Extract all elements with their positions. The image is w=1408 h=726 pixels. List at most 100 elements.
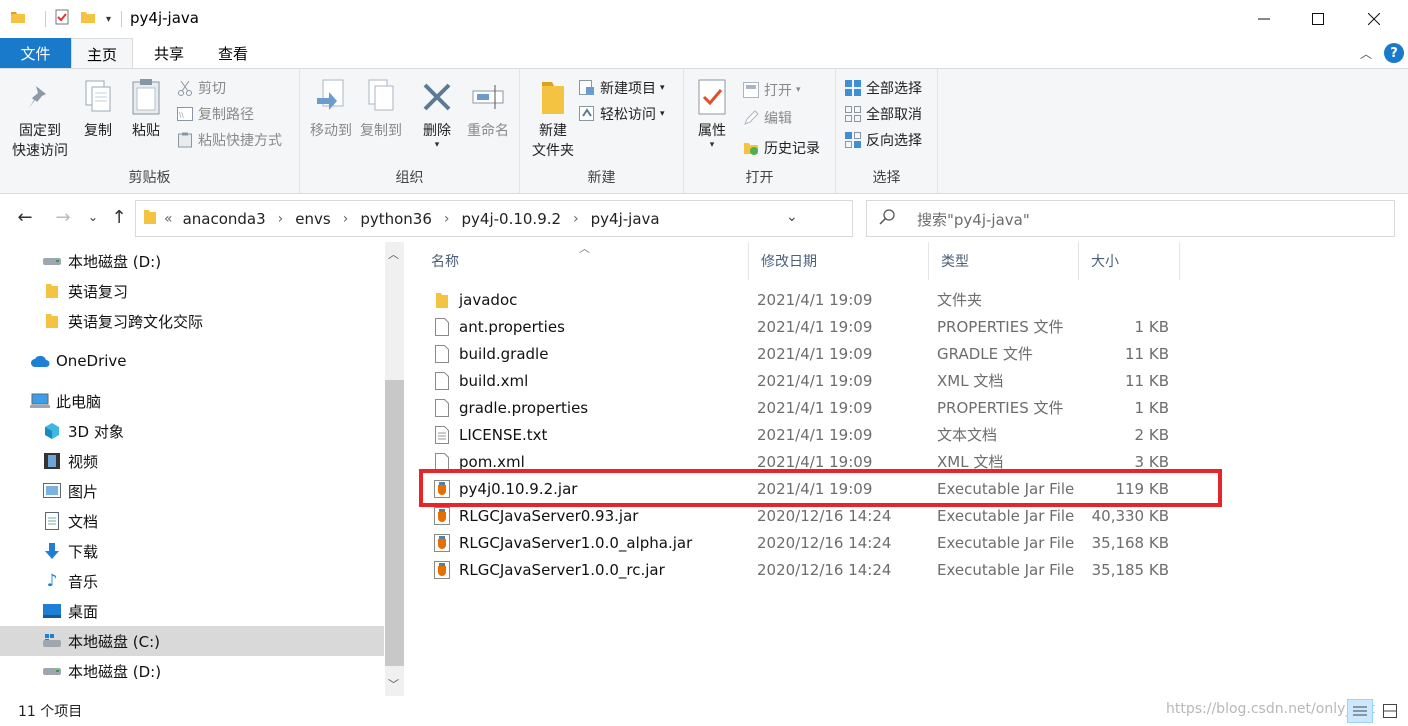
- address-dropdown-icon[interactable]: ⌄: [786, 209, 798, 225]
- new-folder-button[interactable]: 新建 文件夹: [524, 77, 582, 161]
- column-header-size[interactable]: 大小: [1079, 242, 1180, 280]
- new-item-icon: [578, 79, 596, 97]
- nav-label: 视频: [68, 452, 99, 471]
- details-view-icon[interactable]: [1347, 699, 1373, 723]
- tab-file[interactable]: 文件: [0, 38, 71, 68]
- navigation-scrollbar-thumb[interactable]: [385, 380, 404, 666]
- breadcrumb-envs[interactable]: envs: [295, 210, 330, 228]
- rename-button[interactable]: 重命名: [460, 77, 516, 141]
- delete-dropdown-icon[interactable]: ▾: [435, 141, 440, 150]
- nav-item-drive-c[interactable]: 本地磁盘 (C:): [0, 626, 384, 656]
- collapse-ribbon-icon[interactable]: ︿: [1360, 45, 1372, 62]
- column-header-date[interactable]: 修改日期: [749, 242, 929, 280]
- file-row[interactable]: javadoc 2021/4/1 19:09 文件夹: [419, 286, 1219, 313]
- nav-item-3d-objects[interactable]: 3D 对象: [0, 416, 384, 446]
- file-size: 1 KB: [1134, 398, 1169, 417]
- tab-share[interactable]: 共享: [140, 38, 198, 68]
- file-row[interactable]: RLGCJavaServer1.0.0_alpha.jar 2020/12/16…: [419, 529, 1219, 556]
- pin-quick-access-button[interactable]: 固定到 快速访问: [8, 77, 72, 161]
- copy-to-button[interactable]: 复制到: [356, 77, 406, 141]
- file-name: gradle.properties: [459, 398, 589, 417]
- cut-button[interactable]: 剪切: [176, 77, 226, 99]
- address-bar[interactable]: « anaconda3 › envs › python36 › py4j-0.1…: [135, 200, 978, 237]
- tab-view[interactable]: 查看: [204, 38, 262, 68]
- tab-home[interactable]: 主页: [71, 38, 133, 69]
- file-row[interactable]: build.gradle 2021/4/1 19:09 GRADLE 文件 11…: [419, 340, 1219, 367]
- search-box[interactable]: 搜索"py4j-java": [866, 200, 1395, 237]
- easy-access-button[interactable]: 轻松访问 ▾: [578, 103, 665, 125]
- nav-item-drive-d[interactable]: 本地磁盘 (D:): [0, 246, 384, 276]
- chevron-right-icon[interactable]: ›: [343, 211, 349, 227]
- paste-shortcut-button[interactable]: 粘贴快捷方式: [176, 129, 282, 151]
- breadcrumb-py4j-java[interactable]: py4j-java: [591, 210, 660, 228]
- file-row[interactable]: RLGCJavaServer1.0.0_rc.jar 2020/12/16 14…: [419, 556, 1219, 583]
- nav-item-drive-d-2[interactable]: 本地磁盘 (D:): [0, 656, 384, 686]
- back-arrow-icon[interactable]: ←: [12, 204, 38, 230]
- nav-item-desktop[interactable]: 桌面: [0, 596, 384, 626]
- invert-selection-button[interactable]: 反向选择: [844, 129, 922, 151]
- nav-item-documents[interactable]: 文档: [0, 506, 384, 536]
- history-button[interactable]: 历史记录: [742, 137, 820, 159]
- file-size: 2 KB: [1134, 425, 1169, 444]
- open-button[interactable]: 打开 ▾: [742, 79, 801, 101]
- column-header-type[interactable]: 类型: [929, 242, 1079, 280]
- forward-arrow-icon[interactable]: →: [50, 204, 76, 230]
- help-icon[interactable]: ?: [1384, 43, 1404, 63]
- up-arrow-icon[interactable]: ↑: [106, 204, 132, 230]
- nav-item-onedrive[interactable]: OneDrive: [0, 346, 384, 376]
- column-header-name[interactable]: 名称: [419, 242, 749, 280]
- overflow-chevron-icon[interactable]: «: [164, 211, 173, 227]
- move-to-button[interactable]: 移动到: [306, 77, 356, 141]
- nav-item-english-review-cross-cultural[interactable]: 英语复习跨文化交际: [0, 306, 384, 336]
- properties-dropdown-icon[interactable]: ▾: [710, 141, 715, 150]
- easy-access-dropdown-icon: ▾: [660, 109, 665, 119]
- computer-icon: [30, 392, 50, 410]
- file-row[interactable]: ant.properties 2021/4/1 19:09 PROPERTIES…: [419, 313, 1219, 340]
- file-type: XML 文档: [937, 372, 1004, 390]
- nav-item-english-review[interactable]: 英语复习: [0, 276, 384, 306]
- nav-item-music[interactable]: ♪ 音乐: [0, 566, 384, 596]
- select-all-label: 全部选择: [866, 81, 922, 97]
- properties-icon[interactable]: [54, 9, 70, 29]
- close-button[interactable]: [1346, 0, 1402, 38]
- open-icon: [742, 81, 760, 99]
- nav-item-pictures[interactable]: 图片: [0, 476, 384, 506]
- minimize-button[interactable]: [1236, 0, 1292, 38]
- file-row[interactable]: build.xml 2021/4/1 19:09 XML 文档 11 KB: [419, 367, 1219, 394]
- new-folder-label-2: 文件夹: [532, 143, 574, 159]
- nav-label: 英语复习: [68, 282, 129, 301]
- properties-button[interactable]: 属性 ▾: [692, 77, 732, 150]
- chevron-right-icon[interactable]: ›: [278, 211, 284, 227]
- nav-item-downloads[interactable]: 下载: [0, 536, 384, 566]
- nav-label: 此电脑: [56, 392, 102, 411]
- select-none-button[interactable]: 全部取消: [844, 103, 922, 125]
- scroll-up-icon[interactable]: ︿: [388, 246, 399, 262]
- delete-button[interactable]: 删除 ▾: [418, 77, 456, 150]
- chevron-right-icon[interactable]: ›: [444, 211, 450, 227]
- pin-label-2: 快速访问: [12, 143, 68, 159]
- file-size: 11 KB: [1125, 344, 1169, 363]
- new-item-button[interactable]: 新建项目 ▾: [578, 77, 665, 99]
- customize-dropdown-icon[interactable]: ▾: [106, 14, 111, 25]
- nav-item-this-pc[interactable]: 此电脑: [0, 386, 384, 416]
- maximize-button[interactable]: [1290, 0, 1346, 38]
- select-all-button[interactable]: 全部选择: [844, 77, 922, 99]
- new-group: 新建 文件夹 新建项目 ▾ 轻松访问 ▾ 新建: [520, 69, 684, 193]
- download-arrow-icon: [42, 542, 62, 560]
- scroll-down-icon[interactable]: ﹀: [388, 676, 399, 692]
- paste-button[interactable]: 粘贴: [126, 77, 166, 141]
- file-row[interactable]: gradle.properties 2021/4/1 19:09 PROPERT…: [419, 394, 1219, 421]
- large-icons-view-icon[interactable]: [1377, 699, 1403, 723]
- breadcrumb-py4j-version[interactable]: py4j-0.10.9.2: [462, 210, 562, 228]
- recent-locations-chevron-icon[interactable]: ⌄: [80, 204, 106, 230]
- edit-button[interactable]: 编辑: [742, 107, 792, 129]
- breadcrumb-python36[interactable]: python36: [360, 210, 432, 228]
- nav-item-videos[interactable]: 视频: [0, 446, 384, 476]
- copy-path-button[interactable]: \\ 复制路径: [176, 103, 254, 125]
- svg-text:\\: \\: [179, 111, 184, 119]
- breadcrumb-anaconda3[interactable]: anaconda3: [183, 210, 266, 228]
- new-folder-icon[interactable]: [80, 9, 96, 29]
- chevron-right-icon[interactable]: ›: [573, 211, 579, 227]
- copy-button[interactable]: 复制: [78, 77, 118, 141]
- file-row[interactable]: LICENSE.txt 2021/4/1 19:09 文本文档 2 KB: [419, 421, 1219, 448]
